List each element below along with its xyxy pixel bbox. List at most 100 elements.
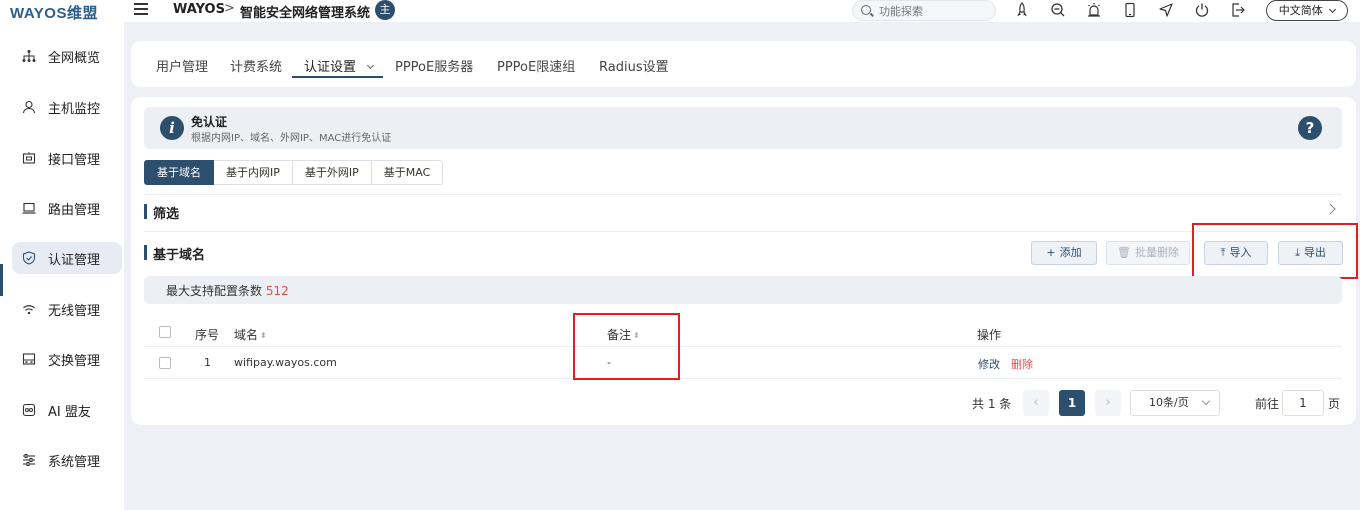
navigation-icon[interactable] [1158, 2, 1174, 18]
tab-user-management[interactable]: 用户管理 [156, 56, 208, 75]
breadcrumb-brand[interactable]: WAYOS [173, 2, 225, 17]
prev-page-button[interactable]: ‹ [1023, 390, 1049, 416]
sidebar-item-label: 全网概览 [48, 51, 101, 66]
wayos-logo: WAYOS维盟 [10, 5, 98, 22]
chevron-down-icon [367, 61, 375, 70]
sidebar-item-label: 接口管理 [48, 153, 101, 168]
language-select[interactable]: 中文简体 [1266, 0, 1348, 21]
tab-pppoe-server[interactable]: PPPoE服务器 [395, 56, 473, 75]
info-icon: i [160, 116, 184, 140]
delete-link[interactable]: 删除 [1011, 356, 1033, 372]
highlight-box-import-export [1192, 223, 1358, 279]
highlight-box-remark [573, 313, 680, 380]
chevron-down-icon [1201, 396, 1211, 406]
page-size-label: 10条/页 [1149, 396, 1189, 409]
trash-icon: 🗑 [1117, 246, 1131, 259]
column-domain-label: 域名 [234, 328, 259, 342]
sidebar-item-switch[interactable]: 交换管理 [12, 343, 122, 375]
sidebar-item-system[interactable]: 系统管理 [12, 444, 122, 476]
goto-page-input[interactable]: 1 [1282, 390, 1324, 416]
sidebar-item-overview[interactable]: 全网概览 [12, 40, 122, 72]
sidebar-item-label: 认证管理 [48, 253, 101, 268]
content-card: i 免认证 根据内网IP、域名、外网IP、MAC进行免认证 ? 基于域名 基于内… [131, 97, 1358, 425]
sidebar-item-auth[interactable]: 认证管理 [12, 242, 122, 274]
tab-auth-settings-label: 认证设置 [304, 60, 357, 75]
sidebar-item-interface[interactable]: 接口管理 [12, 142, 122, 174]
shield-icon [22, 251, 36, 265]
sidebar-item-routing[interactable]: 路由管理 [12, 192, 122, 224]
max-config-label: 最大支持配置条数 [166, 284, 263, 298]
total-count: 共 1 条 [972, 397, 1012, 411]
sidebar-item-label: 路由管理 [48, 203, 101, 218]
wifi-icon [22, 302, 36, 316]
sub-tab-wan-ip[interactable]: 基于外网IP [292, 160, 372, 185]
plus-icon: + [1046, 246, 1056, 259]
select-all-checkbox[interactable] [159, 326, 171, 338]
alarm-icon[interactable] [1086, 2, 1102, 18]
row-checkbox[interactable] [159, 357, 171, 369]
system-title: 智能安全网络管理系统 [240, 6, 371, 21]
sidebar-item-host-monitor[interactable]: 主机监控 [12, 91, 122, 123]
info-banner: i 免认证 根据内网IP、域名、外网IP、MAC进行免认证 ? [144, 107, 1342, 149]
zoom-out-icon[interactable] [1050, 2, 1066, 18]
sidebar-item-wireless[interactable]: 无线管理 [12, 293, 122, 325]
info-subtitle: 根据内网IP、域名、外网IP、MAC进行免认证 [191, 133, 392, 144]
max-config-value: 512 [265, 284, 289, 298]
sort-icon[interactable]: ⬍ [260, 331, 267, 340]
max-config-bar: 最大支持配置条数 512 [144, 276, 1342, 304]
logout-icon[interactable] [1230, 2, 1246, 18]
sidebar-item-label: 交换管理 [48, 354, 101, 369]
batch-delete-button[interactable]: 🗑 批量删除 [1106, 241, 1190, 265]
batch-delete-label: 批量删除 [1134, 246, 1179, 259]
ai-icon [22, 403, 36, 417]
next-page-button[interactable]: › [1095, 390, 1121, 416]
mobile-icon[interactable] [1122, 2, 1138, 18]
sub-tab-domain[interactable]: 基于域名 [144, 160, 214, 185]
power-icon[interactable] [1194, 2, 1210, 18]
info-title: 免认证 [191, 115, 228, 129]
sub-tab-lan-ip[interactable]: 基于内网IP [214, 160, 293, 185]
tab-pppoe-speed-group[interactable]: PPPoE限速组 [497, 56, 575, 75]
language-label: 中文简体 [1278, 4, 1323, 17]
goto-label: 前往 [1255, 397, 1280, 411]
sidebar-item-label: 主机监控 [48, 102, 101, 117]
table-header-divider [144, 346, 1342, 347]
column-domain[interactable]: 域名 ⬍ [234, 326, 267, 343]
sidebar-item-label: 系统管理 [48, 455, 101, 470]
column-index: 序号 [195, 328, 220, 342]
tab-radius-settings[interactable]: Radius设置 [599, 56, 669, 75]
rocket-icon[interactable] [1014, 2, 1030, 18]
add-button-label: 添加 [1059, 246, 1082, 259]
page-size-select[interactable]: 10条/页 [1130, 390, 1220, 416]
top-tabs: 用户管理 计费系统 认证设置 PPPoE服务器 PPPoE限速组 Radius设… [131, 41, 1356, 87]
add-button[interactable]: + 添加 [1031, 241, 1097, 265]
help-icon[interactable]: ? [1298, 116, 1322, 140]
divider [144, 231, 1342, 232]
interface-icon [22, 151, 36, 165]
search-input[interactable] [879, 3, 989, 19]
sidebar: 全网概览 主机监控 接口管理 路由管理 认证管理 无线管理 交换管理 AI 盟友… [0, 22, 124, 510]
tab-billing[interactable]: 计费系统 [230, 56, 282, 75]
chevron-right-icon[interactable] [1324, 203, 1336, 215]
sub-tab-mac[interactable]: 基于MAC [371, 160, 444, 185]
main-badge: 主 [375, 0, 395, 20]
active-indicator [0, 264, 3, 296]
laptop-icon [22, 201, 36, 215]
sidebar-item-label: AI 盟友 [48, 405, 91, 420]
filter-title[interactable]: 筛选 [144, 203, 179, 222]
sub-tab-group: 基于域名 基于内网IP 基于外网IP 基于MAC [144, 160, 444, 185]
user-icon [22, 100, 36, 114]
sliders-icon [22, 453, 36, 467]
tab-auth-settings[interactable]: 认证设置 [304, 56, 375, 75]
breadcrumb-separator: > [224, 1, 235, 16]
feature-search[interactable] [852, 0, 996, 21]
menu-toggle-icon[interactable] [134, 3, 148, 17]
row-index: 1 [204, 356, 211, 369]
edit-link[interactable]: 修改 [978, 356, 1000, 372]
table-row-divider [144, 378, 1342, 379]
sidebar-item-ai-ally[interactable]: AI 盟友 [12, 394, 122, 426]
active-tab-underline [292, 76, 383, 78]
switch-icon [22, 352, 36, 366]
top-bar: WAYOS维盟 WAYOS > 智能安全网络管理系统 主 中文简体 [0, 0, 1360, 22]
page-1-button[interactable]: 1 [1059, 390, 1085, 416]
